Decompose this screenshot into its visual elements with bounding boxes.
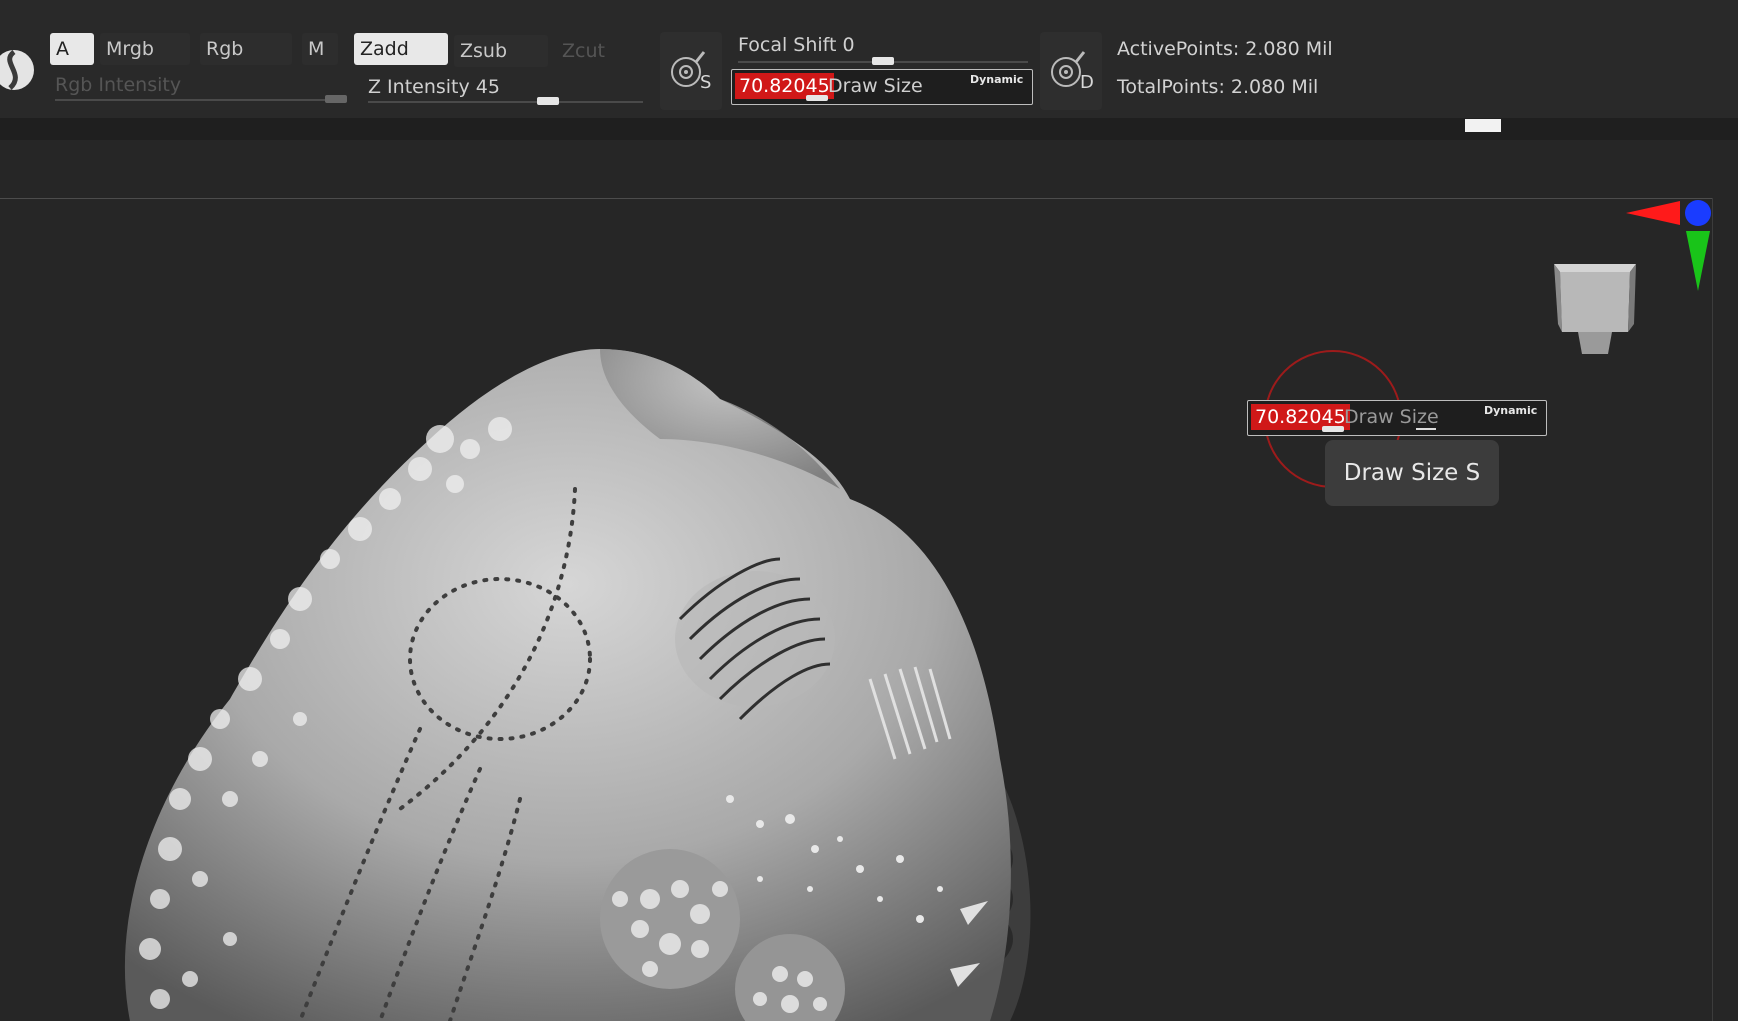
- d-brush-letter: D: [1080, 72, 1094, 93]
- total-points-stat: TotalPoints: 2.080 Mil: [1117, 76, 1319, 98]
- active-points-stat: ActivePoints: 2.080 Mil: [1117, 38, 1333, 60]
- progress-bar-indicator: [1465, 119, 1501, 132]
- draw-size-slider[interactable]: 70.82045 Draw Size Dynamic: [731, 69, 1033, 105]
- spike-cluster-1: [600, 849, 740, 989]
- draw-size-dynamic-toggle[interactable]: Dynamic: [970, 73, 1023, 86]
- floating-draw-size-dynamic-toggle[interactable]: Dynamic: [1484, 404, 1537, 417]
- floating-draw-size-label: Draw Size: [1344, 406, 1439, 428]
- s-brush-button[interactable]: S: [660, 32, 722, 110]
- focal-shift-knob[interactable]: [872, 57, 894, 65]
- d-brush-button[interactable]: D: [1040, 32, 1102, 110]
- focal-shift-label: Focal Shift 0: [738, 34, 855, 56]
- z-intensity-track[interactable]: [368, 101, 643, 103]
- mode-zsub-button[interactable]: Zsub: [454, 35, 548, 67]
- gizmo-x-axis[interactable]: [1626, 201, 1680, 225]
- floating-draw-size-range-marker: [1416, 428, 1436, 430]
- shelf-area: [0, 140, 1738, 198]
- mode-zcut-button[interactable]: Zcut: [556, 35, 626, 67]
- z-intensity-label: Z Intensity 45: [368, 76, 500, 98]
- mode-rgb-button[interactable]: Rgb: [200, 33, 292, 65]
- view-cube-icon[interactable]: [1550, 254, 1644, 360]
- floating-draw-size-slider[interactable]: 70.82045 Draw Size Dynamic: [1247, 400, 1547, 436]
- gizmo-y-axis[interactable]: [1686, 231, 1710, 291]
- mode-mrgb-button[interactable]: Mrgb: [100, 33, 190, 65]
- top-toolbar: A Mrgb Rgb M Rgb Intensity Zadd Zsub Zcu…: [0, 0, 1738, 118]
- z-intensity-knob[interactable]: [537, 97, 559, 105]
- draw-size-label: Draw Size: [828, 75, 923, 97]
- gizmo-z-axis[interactable]: [1685, 200, 1711, 226]
- floating-draw-size-knob[interactable]: [1322, 426, 1344, 432]
- s-brush-letter: S: [700, 72, 712, 93]
- s-brush-icon: [671, 51, 706, 87]
- rgb-intensity-label: Rgb Intensity: [55, 74, 182, 96]
- rgb-intensity-track[interactable]: [55, 99, 347, 101]
- mode-a-button[interactable]: A: [50, 33, 94, 65]
- material-sphere-icon[interactable]: [0, 44, 36, 96]
- draw-size-tooltip: Draw Size S: [1325, 440, 1499, 506]
- mode-zadd-button[interactable]: Zadd: [354, 33, 448, 65]
- mode-m-button[interactable]: M: [302, 33, 338, 65]
- d-brush-icon: [1051, 51, 1086, 87]
- rgb-intensity-knob[interactable]: [325, 95, 347, 103]
- viewport-right-border: [1712, 198, 1713, 1021]
- viewport-canvas[interactable]: [0, 199, 1712, 1021]
- draw-size-knob[interactable]: [806, 95, 828, 101]
